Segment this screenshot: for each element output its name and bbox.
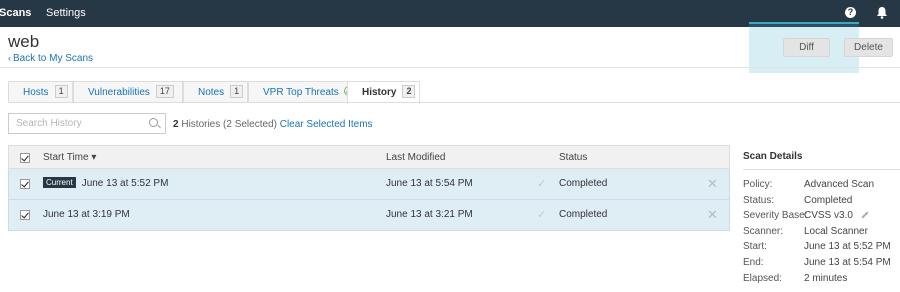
- back-link-label: Back to My Scans: [13, 53, 94, 64]
- tab-notes-count: 1: [230, 85, 244, 98]
- header-divider: [0, 67, 900, 68]
- detail-row-elapsed: Elapsed: 2 minutes: [743, 273, 900, 289]
- row-checkbox[interactable]: [20, 210, 30, 220]
- scan-details-panel: Scan Details Policy: Advanced Scan Status…: [743, 145, 900, 288]
- history-text-a: Histories (: [181, 119, 227, 130]
- tab-history[interactable]: History 2: [347, 81, 420, 104]
- row-status: Completed: [559, 178, 608, 189]
- page-title: web: [8, 32, 40, 51]
- detail-row-status: Status: Completed: [743, 195, 900, 211]
- detail-key: Severity Base:: [743, 210, 808, 222]
- row-last-modified: June 13 at 5:54 PM: [386, 178, 473, 189]
- tab-hosts-label: Hosts: [23, 87, 49, 98]
- tab-hosts[interactable]: Hosts 1: [8, 81, 73, 103]
- detail-row-policy: Policy: Advanced Scan: [743, 179, 900, 195]
- help-icon[interactable]: ?: [845, 7, 856, 18]
- detail-row-end: End: June 13 at 5:54 PM: [743, 257, 900, 273]
- select-all-checkbox[interactable]: [20, 153, 30, 163]
- header-status[interactable]: Status: [559, 146, 587, 170]
- history-text-b: Selected): [234, 119, 277, 130]
- table-row[interactable]: Current June 13 at 5:52 PM June 13 at 5:5…: [8, 169, 730, 200]
- tab-history-count: 2: [402, 85, 416, 98]
- pencil-icon[interactable]: [861, 211, 869, 219]
- tab-vpr-label: VPR Top Threats: [263, 87, 339, 98]
- tab-vulnerabilities[interactable]: Vulnerabilities 17: [73, 81, 183, 103]
- tab-vpr-top-threats[interactable]: VPR Top Threats: [248, 81, 356, 103]
- delete-button[interactable]: Delete: [844, 38, 893, 57]
- clear-selected-items-link[interactable]: Clear Selected Items: [280, 119, 373, 130]
- detail-key: Status:: [743, 194, 775, 206]
- search-icon[interactable]: [149, 118, 158, 127]
- detail-key: Scanner:: [743, 225, 784, 237]
- detail-key: Start:: [743, 241, 767, 253]
- row-start-time: June 13 at 3:19 PM: [43, 209, 130, 220]
- tab-history-label: History: [362, 87, 397, 98]
- tab-vulnerabilities-count: 17: [155, 85, 174, 98]
- table-header: Start Time ▾ Last Modified Status: [8, 145, 730, 169]
- chevron-left-icon: ‹: [8, 53, 11, 63]
- search-history-input[interactable]: [9, 114, 145, 133]
- detail-row-start: Start: June 13 at 5:52 PM: [743, 241, 900, 257]
- tab-underline: [8, 102, 900, 103]
- bell-icon[interactable]: [876, 6, 888, 19]
- history-count: 2: [173, 119, 179, 130]
- close-icon[interactable]: ✕: [707, 169, 718, 199]
- tab-hosts-count: 1: [54, 85, 68, 98]
- detail-key: Policy:: [743, 179, 773, 190]
- nav-settings[interactable]: Settings: [46, 7, 86, 19]
- detail-value: CVSS v3.0: [804, 210, 869, 221]
- selected-count: 2: [226, 119, 232, 130]
- detail-row-scanner: Scanner: Local Scanner: [743, 226, 900, 242]
- detail-key: End:: [743, 256, 764, 268]
- tab-notes[interactable]: Notes 1: [183, 81, 248, 103]
- diff-button[interactable]: Diff: [783, 38, 830, 57]
- search-history-box: [8, 113, 166, 134]
- tab-vulnerabilities-label: Vulnerabilities: [88, 87, 150, 98]
- detail-value: Advanced Scan: [804, 179, 875, 190]
- back-to-my-scans-link[interactable]: ‹ Back to My Scans: [8, 53, 93, 64]
- detail-value: June 13 at 5:52 PM: [804, 241, 891, 253]
- row-start-time-text: June 13 at 5:52 PM: [81, 178, 169, 189]
- current-badge: Current: [43, 177, 76, 188]
- detail-value: Completed: [804, 194, 853, 206]
- detail-key: Elapsed:: [743, 272, 782, 284]
- detail-row-severity-base: Severity Base: CVSS v3.0: [743, 210, 900, 226]
- check-icon: ✓: [537, 209, 547, 221]
- row-last-modified: June 13 at 3:21 PM: [386, 209, 473, 220]
- history-summary: 2 Histories (2 Selected) Clear Selected …: [173, 119, 373, 130]
- nav-scans[interactable]: Scans: [0, 7, 31, 19]
- row-checkbox[interactable]: [20, 179, 30, 189]
- header-start-time[interactable]: Start Time ▾: [43, 146, 96, 170]
- row-status: Completed: [559, 209, 608, 220]
- detail-value: 2 minutes: [804, 272, 848, 284]
- check-icon: ✓: [537, 178, 547, 190]
- severity-base-value: CVSS v3.0: [804, 210, 853, 222]
- tab-notes-label: Notes: [198, 87, 225, 98]
- table-row[interactable]: June 13 at 3:19 PM June 13 at 3:21 PM ✓ …: [8, 200, 730, 231]
- row-start-time: Current June 13 at 5:52 PM: [43, 169, 168, 199]
- history-table: Start Time ▾ Last Modified Status Curren…: [8, 145, 730, 231]
- scan-details-title: Scan Details: [743, 151, 803, 162]
- close-icon[interactable]: ✕: [707, 200, 718, 230]
- detail-value: June 13 at 5:54 PM: [804, 256, 891, 268]
- detail-value: Local Scanner: [804, 225, 868, 237]
- header-last-modified[interactable]: Last Modified: [386, 146, 445, 170]
- scan-details-divider: [743, 169, 900, 170]
